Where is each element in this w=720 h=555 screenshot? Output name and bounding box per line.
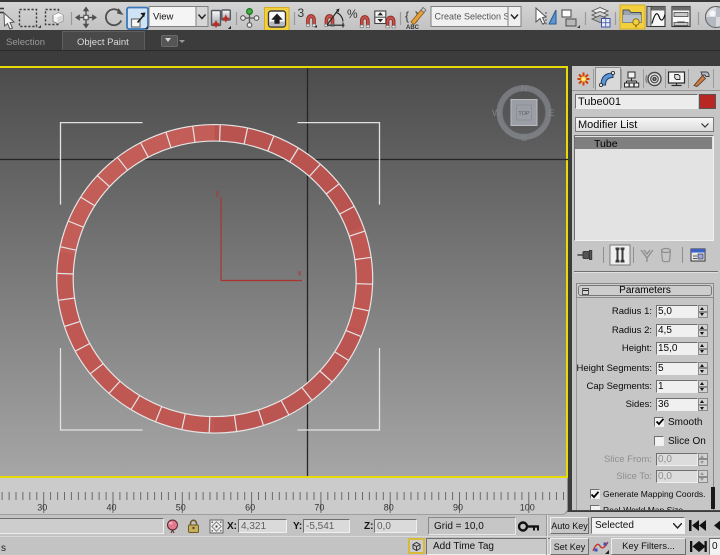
svg-text:100: 100 [520, 503, 535, 513]
svg-text:{: { [405, 9, 409, 23]
svg-text:Create Selection Se: Create Selection Se [435, 12, 515, 22]
svg-text:x: x [298, 269, 302, 278]
svg-text:70: 70 [314, 503, 324, 513]
svg-text:50: 50 [176, 503, 186, 513]
svg-text:40: 40 [106, 503, 116, 513]
svg-text:S: S [521, 133, 527, 144]
svg-text:y: y [216, 189, 220, 198]
svg-text:3: 3 [298, 6, 305, 20]
svg-text:80: 80 [384, 503, 394, 513]
svg-text:90: 90 [453, 503, 463, 513]
svg-text:60: 60 [245, 503, 255, 513]
svg-text:N: N [521, 84, 528, 95]
svg-text:TOP: TOP [518, 111, 530, 117]
svg-text:W: W [492, 108, 501, 119]
svg-text:30: 30 [37, 503, 47, 513]
svg-text:E: E [548, 108, 554, 119]
svg-text:%: % [347, 7, 358, 21]
svg-text:View: View [153, 12, 174, 23]
